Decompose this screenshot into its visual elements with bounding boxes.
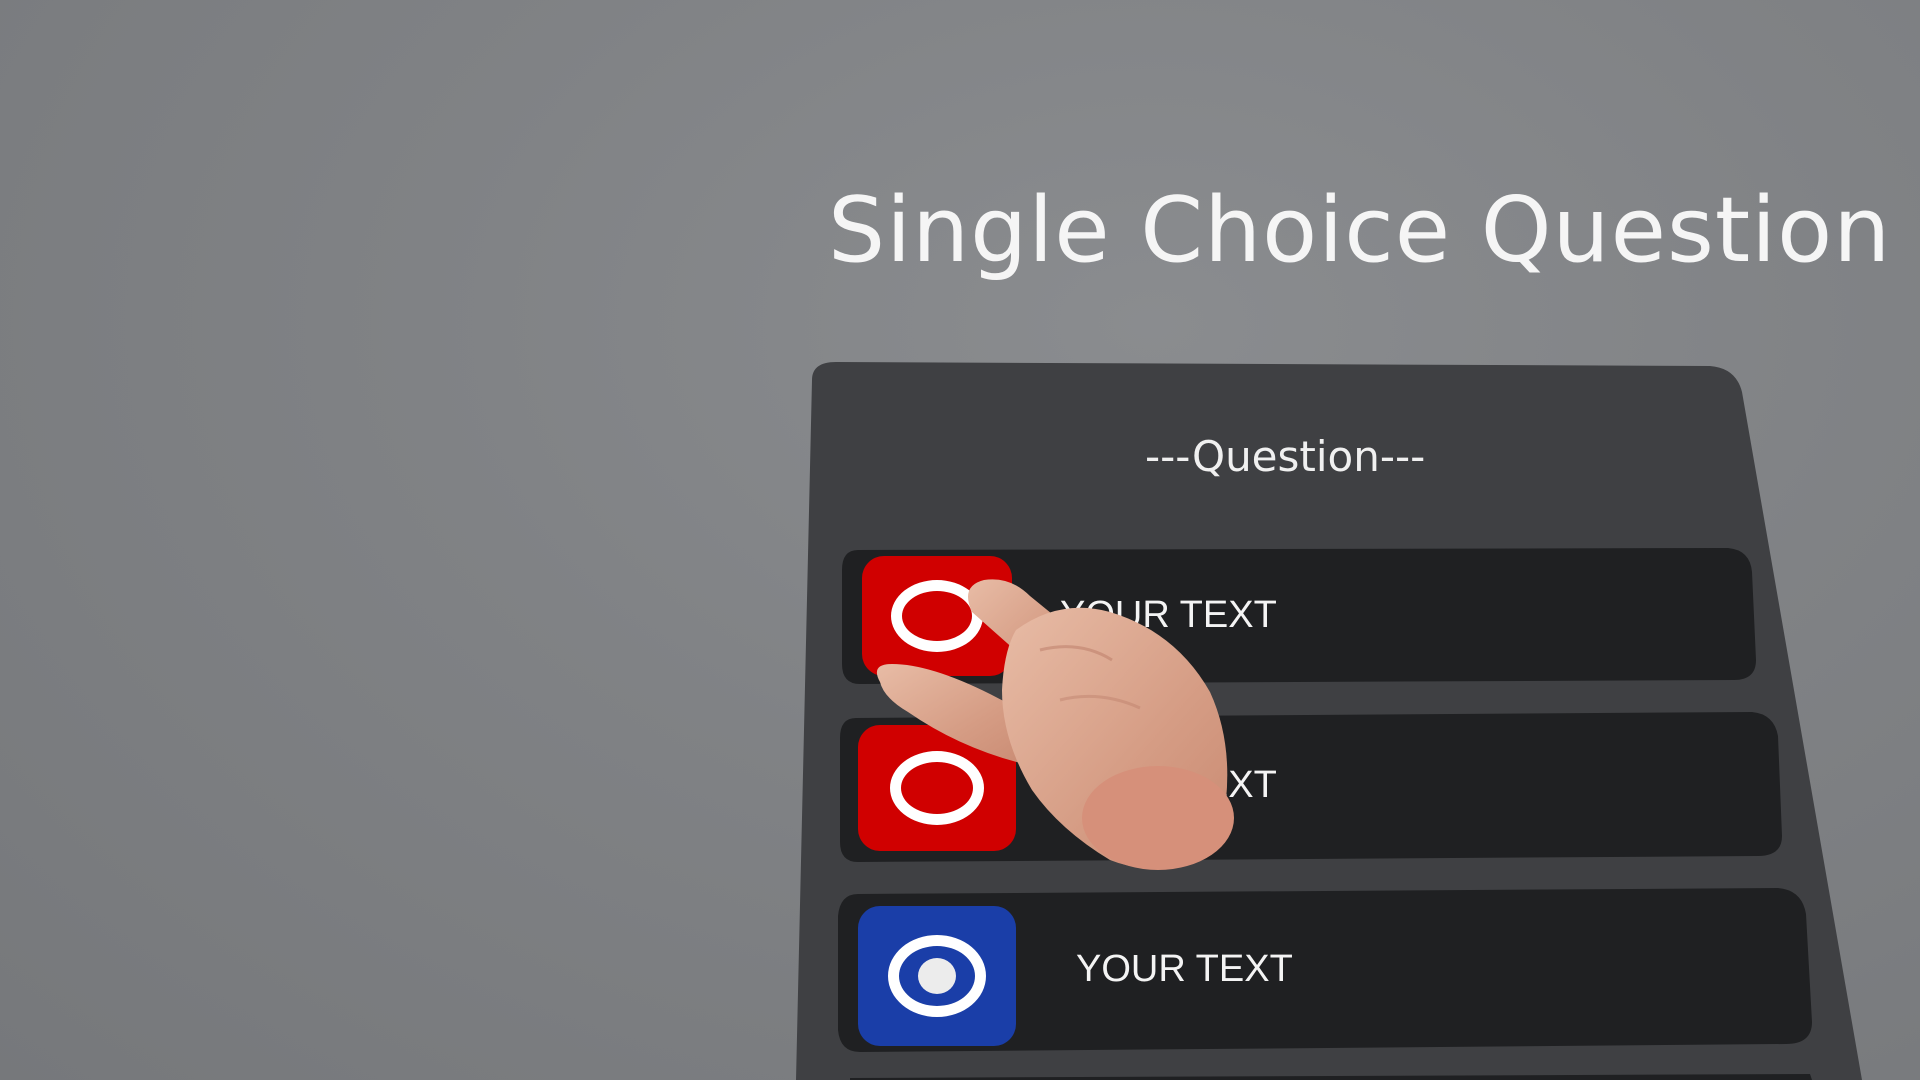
vr-hand xyxy=(876,579,1234,870)
vr-scene: Single Choice Question ---Question--- YO… xyxy=(0,0,1920,1080)
hand-wrist xyxy=(1082,766,1234,870)
